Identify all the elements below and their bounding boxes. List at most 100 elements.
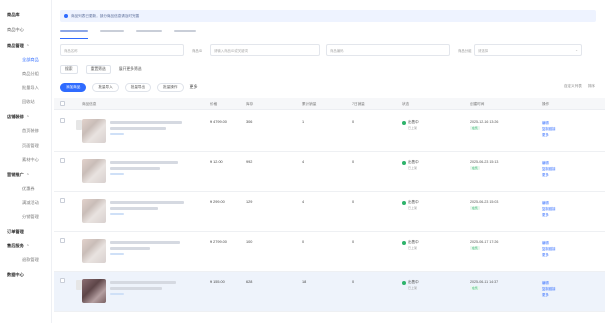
sidebar-item-11[interactable]: 营销推广 ^	[7, 172, 29, 178]
tab-bar	[60, 30, 600, 36]
product-thumbnail[interactable]	[82, 239, 106, 263]
add-product-button[interactable]: 添加商品	[60, 82, 87, 92]
created-date: 2025-06-17 17:26	[470, 240, 499, 244]
product-title[interactable]	[110, 161, 178, 176]
created-date: 2025-12-16 13:26	[470, 120, 499, 124]
col-sales[interactable]: 累计销量	[302, 102, 316, 107]
col-stock[interactable]: 库存	[246, 102, 253, 107]
col-created[interactable]: 创建时间	[470, 102, 484, 107]
product-title[interactable]	[110, 241, 180, 256]
sidebar-item-label: 售后服务	[7, 243, 24, 248]
chevron-up-icon: ^	[26, 173, 29, 177]
more-link[interactable]: 更多	[190, 84, 198, 90]
table-row[interactable]: ¥ 2799.00 100 0 0 出售中 已上架 2025-06-17 17:26 在售 编辑…	[54, 232, 605, 272]
sidebar-item-4[interactable]: 商品分组	[22, 71, 39, 77]
search-button[interactable]: 搜索	[60, 64, 78, 74]
row-checkbox[interactable]	[60, 198, 65, 203]
custom-columns-link[interactable]: 自定义列表	[564, 84, 582, 89]
more-ops-link[interactable]: 更多	[542, 132, 556, 138]
price-cell: ¥ 4799.00	[210, 120, 227, 124]
sidebar-item-10[interactable]: 素材中心	[22, 157, 39, 163]
group-label: 商品分组	[458, 49, 472, 53]
col-product[interactable]: 商品信息	[82, 102, 96, 107]
batch-operation-button[interactable]: 批量操作	[157, 82, 184, 92]
expand-filters-link[interactable]: 展开更多筛选	[119, 67, 142, 72]
sale-tag: 在售	[470, 246, 481, 250]
more-ops-link[interactable]: 更多	[542, 172, 556, 178]
product-name-input[interactable]: 商品名称	[60, 44, 184, 56]
sidebar-item-8[interactable]: 首页装修	[22, 128, 39, 134]
select-all-checkbox[interactable]	[60, 101, 65, 106]
row-checkbox[interactable]	[60, 278, 65, 283]
status-dot-icon	[402, 200, 406, 205]
status-badge: 出售中	[402, 280, 419, 285]
row-ops: 编辑 复制链接 更多	[542, 280, 556, 298]
more-ops-link[interactable]: 更多	[542, 252, 556, 258]
week-sales-cell: 0	[352, 280, 355, 284]
status-badge: 出售中	[402, 160, 419, 165]
sidebar-item-16[interactable]: 售后服务 ^	[7, 243, 29, 249]
product-code-input[interactable]: 商品编码	[326, 44, 450, 56]
chevron-up-icon: ^	[26, 115, 29, 119]
product-title[interactable]	[110, 121, 182, 136]
product-thumbnail[interactable]	[82, 119, 106, 143]
sale-tag: 在售	[470, 286, 481, 290]
batch-import-button[interactable]: 批量导入	[92, 82, 119, 92]
batch-export-button[interactable]: 批量导出	[124, 82, 152, 92]
stock-cell: 306	[246, 120, 253, 124]
price-cell: ¥ 299.00	[210, 200, 225, 204]
table-row[interactable]: ¥ 12.00 992 4 0 出售中 已上架 2025-06-23 15:13 在售 编辑 复制…	[54, 152, 605, 192]
product-thumbnail[interactable]	[82, 199, 106, 223]
col-status[interactable]: 状态	[402, 102, 409, 107]
col-price[interactable]: 价格	[210, 102, 217, 107]
reset-button[interactable]: 重置筛选	[85, 64, 111, 74]
status-badge: 出售中	[402, 120, 419, 125]
sidebar-item-3[interactable]: 全部商品	[22, 57, 39, 63]
sidebar: 商品库 商品中心 商品管理 ^ 全部商品 商品分组 批量导入 回收站 店铺装修 ^ …	[0, 0, 52, 323]
sidebar-item-7[interactable]: 店铺装修 ^	[7, 114, 29, 120]
notice-bar: 商品列表已更新，部分商品信息请及时完善	[60, 10, 596, 22]
table-row[interactable]: ¥ 4799.00 306 1 0 出售中 已上架 2025-12-16 13:26 在售 编辑…	[54, 112, 605, 152]
more-ops-link[interactable]: 更多	[542, 292, 556, 298]
sidebar-item-1[interactable]: 商品中心	[7, 27, 24, 33]
row-ops: 编辑 复制链接 更多	[542, 120, 556, 138]
sale-tag: 在售	[470, 206, 481, 210]
product-thumbnail[interactable]	[82, 279, 106, 303]
sidebar-item-13[interactable]: 满减活动	[22, 200, 39, 206]
table-tools: 自定义列表 排序	[564, 84, 595, 89]
sidebar-item-6[interactable]: 回收站	[22, 99, 35, 105]
tab-on-sale[interactable]	[100, 30, 124, 33]
week-sales-cell: 0	[352, 200, 355, 204]
stock-cell: 100	[246, 240, 253, 244]
sales-cell: 4	[302, 160, 305, 164]
product-title[interactable]	[110, 281, 176, 296]
status-text: 出售中	[408, 200, 419, 204]
tab-warehouse[interactable]	[174, 30, 196, 33]
sort-link[interactable]: 排序	[588, 84, 595, 89]
tab-sold-out[interactable]	[136, 30, 162, 33]
sidebar-item-9[interactable]: 页面管理	[22, 143, 39, 149]
table-row[interactable]: ¥ 299.00 129 4 0 出售中 已上架 2025-06-23 15:03 在售 编辑复…	[54, 192, 605, 232]
row-ops: 编辑 复制链接 更多	[542, 200, 556, 218]
sidebar-item-5[interactable]: 批量导入	[22, 85, 39, 91]
product-id-input[interactable]: 请输入商品ID或关键词	[210, 44, 320, 56]
sidebar-item-0[interactable]: 商品库	[7, 12, 20, 18]
sidebar-item-18[interactable]: 数据中心	[7, 272, 24, 278]
more-ops-link[interactable]: 更多	[542, 212, 556, 218]
sidebar-item-12[interactable]: 优惠券	[22, 186, 35, 192]
sidebar-item-14[interactable]: 分销管理	[22, 214, 39, 220]
group-select[interactable]: 请选择 ⌄	[474, 44, 582, 56]
product-thumbnail[interactable]	[82, 159, 106, 183]
sidebar-item-15[interactable]: 订单管理	[7, 229, 24, 235]
created-date: 2025-06-23 15:03	[470, 200, 499, 204]
row-checkbox[interactable]	[60, 158, 65, 163]
row-checkbox[interactable]	[60, 238, 65, 243]
sidebar-item-2[interactable]: 商品管理 ^	[7, 43, 29, 49]
product-title[interactable]	[110, 201, 184, 216]
row-checkbox[interactable]	[60, 118, 65, 123]
sidebar-item-17[interactable]: 退款管理	[22, 257, 39, 263]
week-sales-cell: 0	[352, 120, 355, 124]
table-row[interactable]: ¥ 155.00 628 18 0 出售中 已上架 2025-06-11 14:37 在售 编辑…	[54, 272, 605, 312]
col-week-sales[interactable]: 7日销量	[352, 102, 365, 107]
tab-all[interactable]	[60, 30, 88, 33]
